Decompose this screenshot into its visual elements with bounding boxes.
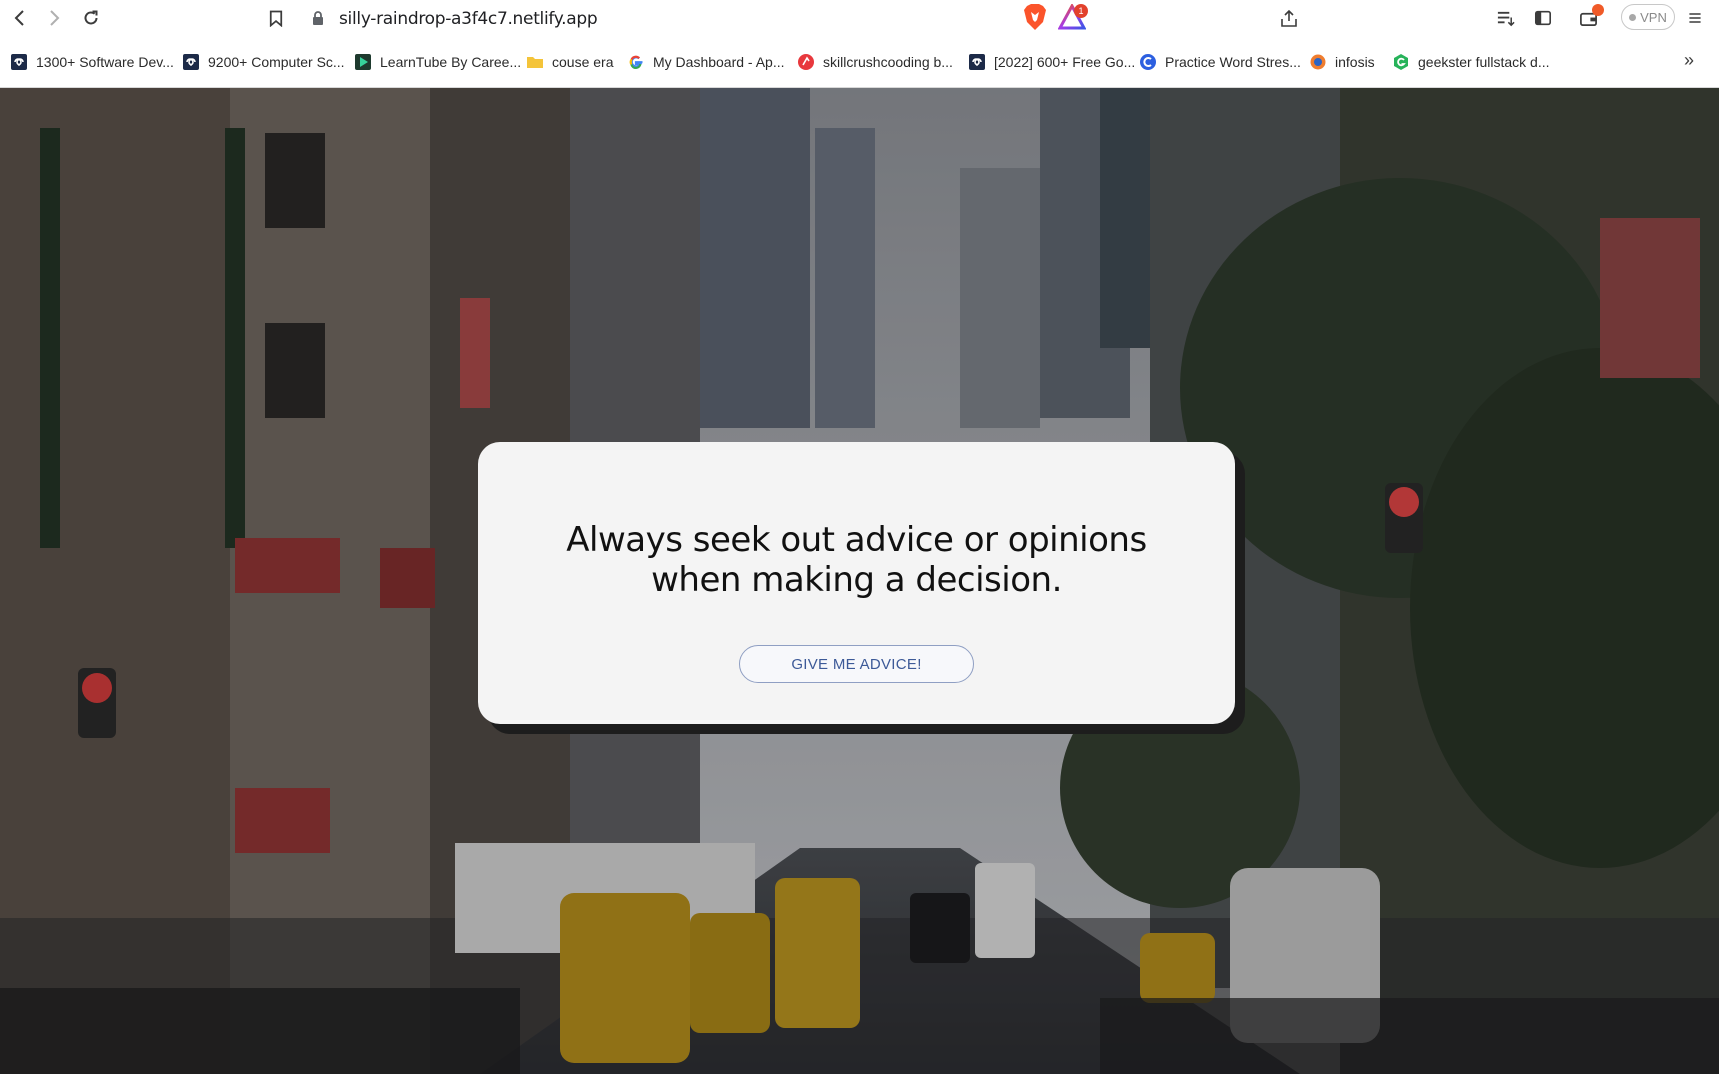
bookmark-item[interactable]: infosis — [1309, 50, 1375, 74]
rewards-badge: 1 — [1074, 4, 1088, 18]
bookmarks-overflow-button[interactable]: » — [1684, 50, 1694, 71]
wallet-notification-dot — [1592, 4, 1604, 16]
advice-card: Always seek out advice or opinions when … — [478, 442, 1235, 724]
practice-icon — [1139, 53, 1157, 71]
bookmark-label: [2022] 600+ Free Go... — [994, 54, 1136, 70]
bookmark-item[interactable]: geekster fullstack d... — [1392, 50, 1550, 74]
share-icon[interactable] — [1278, 8, 1300, 30]
main-menu-button[interactable] — [1683, 6, 1707, 30]
lock-icon — [313, 11, 323, 25]
hamburger-menu-icon — [1689, 13, 1701, 23]
folder-icon — [526, 53, 544, 71]
reload-icon — [84, 10, 98, 25]
reload-button[interactable] — [79, 6, 103, 30]
infosys-icon — [1309, 53, 1327, 71]
back-button[interactable] — [8, 6, 32, 30]
browser-toolbar: silly-raindrop-a3f4c7.netlify.app 1 VPN — [0, 0, 1719, 36]
bookmark-item[interactable]: LearnTube By Caree... — [354, 50, 521, 74]
bookmark-icon — [269, 10, 283, 27]
bookmark-label: 1300+ Software Dev... — [36, 54, 174, 70]
bookmark-label: infosis — [1335, 54, 1375, 70]
vpn-label: VPN — [1640, 9, 1667, 25]
bookmark-item[interactable]: My Dashboard - Ap... — [627, 50, 785, 74]
sidebar-button[interactable] — [1531, 6, 1555, 30]
bookmark-item[interactable]: [2022] 600+ Free Go... — [968, 50, 1135, 74]
brave-shields-icon[interactable] — [1022, 3, 1048, 31]
sidebar-icon — [1534, 10, 1552, 26]
bookmark-label: couse era — [552, 54, 614, 70]
bookmark-label: 9200+ Computer Sc... — [208, 54, 345, 70]
bookmarks-bar: 1300+ Software Dev... 9200+ Computer Sc.… — [0, 36, 1719, 88]
reading-list-button[interactable] — [1493, 6, 1517, 30]
bookmark-page-button[interactable] — [264, 6, 288, 30]
forward-button[interactable] — [42, 6, 66, 30]
arrow-right-icon — [50, 10, 60, 26]
arrow-left-icon — [14, 10, 24, 26]
vpn-status-dot — [1629, 13, 1637, 21]
vpn-button[interactable]: VPN — [1621, 4, 1675, 30]
bookmark-label: geekster fullstack d... — [1418, 54, 1550, 70]
bookmark-label: My Dashboard - Ap... — [653, 54, 785, 70]
geekster-icon — [1392, 53, 1410, 71]
skillcrush-icon — [797, 53, 815, 71]
bookmark-label: Practice Word Stres... — [1165, 54, 1301, 70]
bookmark-item[interactable]: 1300+ Software Dev... — [10, 50, 174, 74]
bookmark-item[interactable]: skillcrushcooding b... — [797, 50, 953, 74]
page-viewport: Always seek out advice or opinions when … — [0, 88, 1719, 1074]
google-icon — [627, 53, 645, 71]
gfg-icon — [10, 53, 28, 71]
give-advice-button[interactable]: GIVE ME ADVICE! — [739, 645, 974, 683]
bookmark-item[interactable]: couse era — [526, 50, 613, 74]
gfg-icon — [182, 53, 200, 71]
url-text: silly-raindrop-a3f4c7.netlify.app — [339, 9, 598, 29]
advice-text: Always seek out advice or opinions when … — [566, 520, 1147, 600]
bookmark-label: skillcrushcooding b... — [823, 54, 953, 70]
address-bar[interactable]: silly-raindrop-a3f4c7.netlify.app — [300, 2, 1390, 34]
bookmark-item[interactable]: Practice Word Stres... — [1139, 50, 1301, 74]
gfg-icon — [968, 53, 986, 71]
playlist-icon — [1497, 11, 1515, 26]
bookmark-item[interactable]: 9200+ Computer Sc... — [182, 50, 345, 74]
bookmark-label: LearnTube By Caree... — [380, 54, 522, 70]
learntube-icon — [354, 53, 372, 71]
